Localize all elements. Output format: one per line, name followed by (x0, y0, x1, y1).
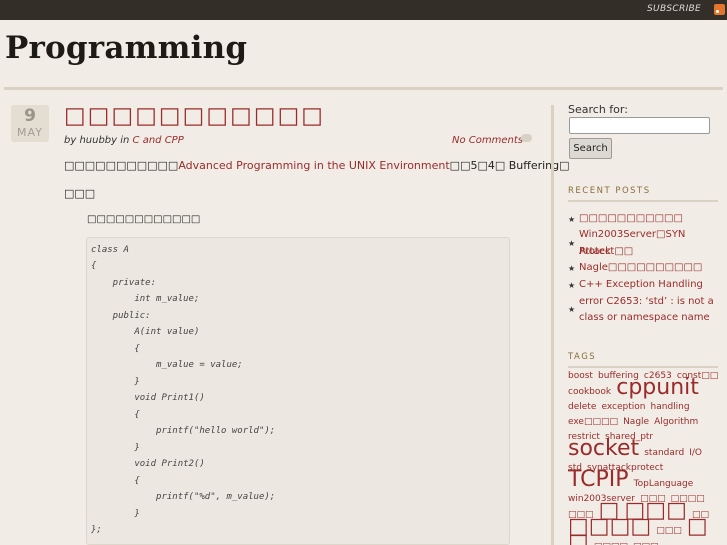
search-button[interactable]: Search (569, 138, 612, 159)
code-line: { (91, 410, 140, 420)
tag-link[interactable]: boost (568, 371, 593, 381)
star-bullet-icon: ★ (568, 305, 576, 314)
code-line: printf("hello world"); (91, 426, 276, 436)
tag-link[interactable]: standard (644, 448, 684, 458)
post-paragraph: □□□ (64, 187, 96, 200)
code-line: private: (91, 278, 157, 288)
star-bullet-icon: ★ (568, 239, 576, 248)
search-input[interactable] (569, 117, 710, 134)
code-line: } (91, 443, 140, 453)
sidebar-divider (551, 105, 554, 545)
post-paragraph: □□□□□□□□□□□Advanced Programming in the U… (64, 159, 570, 172)
code-line: int m_value; (91, 294, 200, 304)
tag-link[interactable]: handling (651, 402, 690, 412)
tag-cloud: boost buffering c2653 const□□ cookbook c… (568, 367, 720, 545)
code-line: } (91, 377, 140, 387)
post-month: MAY (17, 126, 43, 139)
tag-link[interactable]: exe□□□□ (568, 417, 618, 427)
code-line: void Print1() (91, 393, 205, 403)
tag-link[interactable]: TopLanguage (634, 479, 694, 489)
paragraph-text: □□□□□□□□□□□ (64, 159, 179, 172)
recent-posts-heading: RECENT POSTS (568, 186, 651, 196)
code-line: m_value = value; (91, 360, 243, 370)
recent-post-link[interactable]: C++ Exception Handling (579, 277, 703, 294)
code-line: { (91, 476, 140, 486)
rss-icon[interactable] (714, 4, 725, 15)
recent-post-link[interactable]: error C2653: ‘std’ : is not a (579, 294, 714, 311)
code-line: A(int value) (91, 327, 200, 337)
recent-post-link[interactable]: class or namespace name (579, 310, 710, 327)
code-line: }; (91, 525, 102, 535)
tag-link[interactable]: □□□ (656, 526, 682, 536)
tag-link[interactable]: cppunit (616, 375, 699, 400)
post-paragraph: □□□□□□□□□□□□ (87, 214, 201, 225)
byline-author: by huubby in (64, 135, 133, 146)
subscribe-link[interactable]: SUBSCRIBE (647, 4, 701, 14)
comments-link[interactable]: No Comments (452, 135, 523, 146)
star-bullet-icon: ★ (568, 215, 576, 224)
code-line: { (91, 344, 140, 354)
post-day: 9 (24, 106, 36, 126)
tag-link[interactable]: I/O (689, 448, 702, 458)
recent-posts-divider (568, 200, 718, 202)
recent-post-link[interactable]: Nagle□□□□□□□□□□ (579, 260, 702, 277)
tag-link[interactable]: Nagle (623, 417, 649, 427)
recent-post-link[interactable]: □□□□□□□□□□□ (579, 211, 683, 228)
star-bullet-icon: ★ (568, 281, 576, 290)
post-date-badge: 9 MAY (11, 105, 49, 142)
post-title[interactable]: □□□□□□□□□□□ (64, 103, 325, 129)
code-line: class A (91, 245, 129, 255)
code-line: printf("%d", m_value); (91, 492, 276, 502)
code-line: void Print2() (91, 459, 205, 469)
tag-link[interactable]: socket (568, 436, 639, 461)
code-block: class A { private: int m_value; public: … (86, 237, 510, 545)
book-link[interactable]: Advanced Programming in the UNIX Environ… (178, 159, 449, 172)
comment-bubble-icon (521, 134, 532, 142)
tag-link[interactable]: □ (568, 530, 589, 545)
recent-post-link[interactable]: Protect□□ (579, 244, 633, 261)
tag-link[interactable]: □ (687, 514, 708, 539)
tag-link[interactable]: delete (568, 402, 596, 412)
site-title[interactable]: Programming (5, 30, 247, 66)
top-bar: SUBSCRIBE (0, 0, 727, 20)
star-bullet-icon: ★ (568, 264, 576, 273)
code-line: public: (91, 311, 151, 321)
tag-link[interactable]: Algorithm (654, 417, 698, 427)
code-line: } (91, 509, 140, 519)
tag-link[interactable]: TCPIP (568, 467, 629, 492)
post-byline: by huubby in C and CPP (64, 135, 184, 146)
header-divider (4, 87, 723, 90)
tags-heading: TAGS (568, 352, 597, 362)
code-line: { (91, 261, 97, 271)
search-label: Search for: (568, 103, 628, 116)
tag-link[interactable]: cookbook (568, 387, 611, 397)
category-link[interactable]: C and CPP (133, 135, 184, 146)
tag-link[interactable]: exception (601, 402, 645, 412)
